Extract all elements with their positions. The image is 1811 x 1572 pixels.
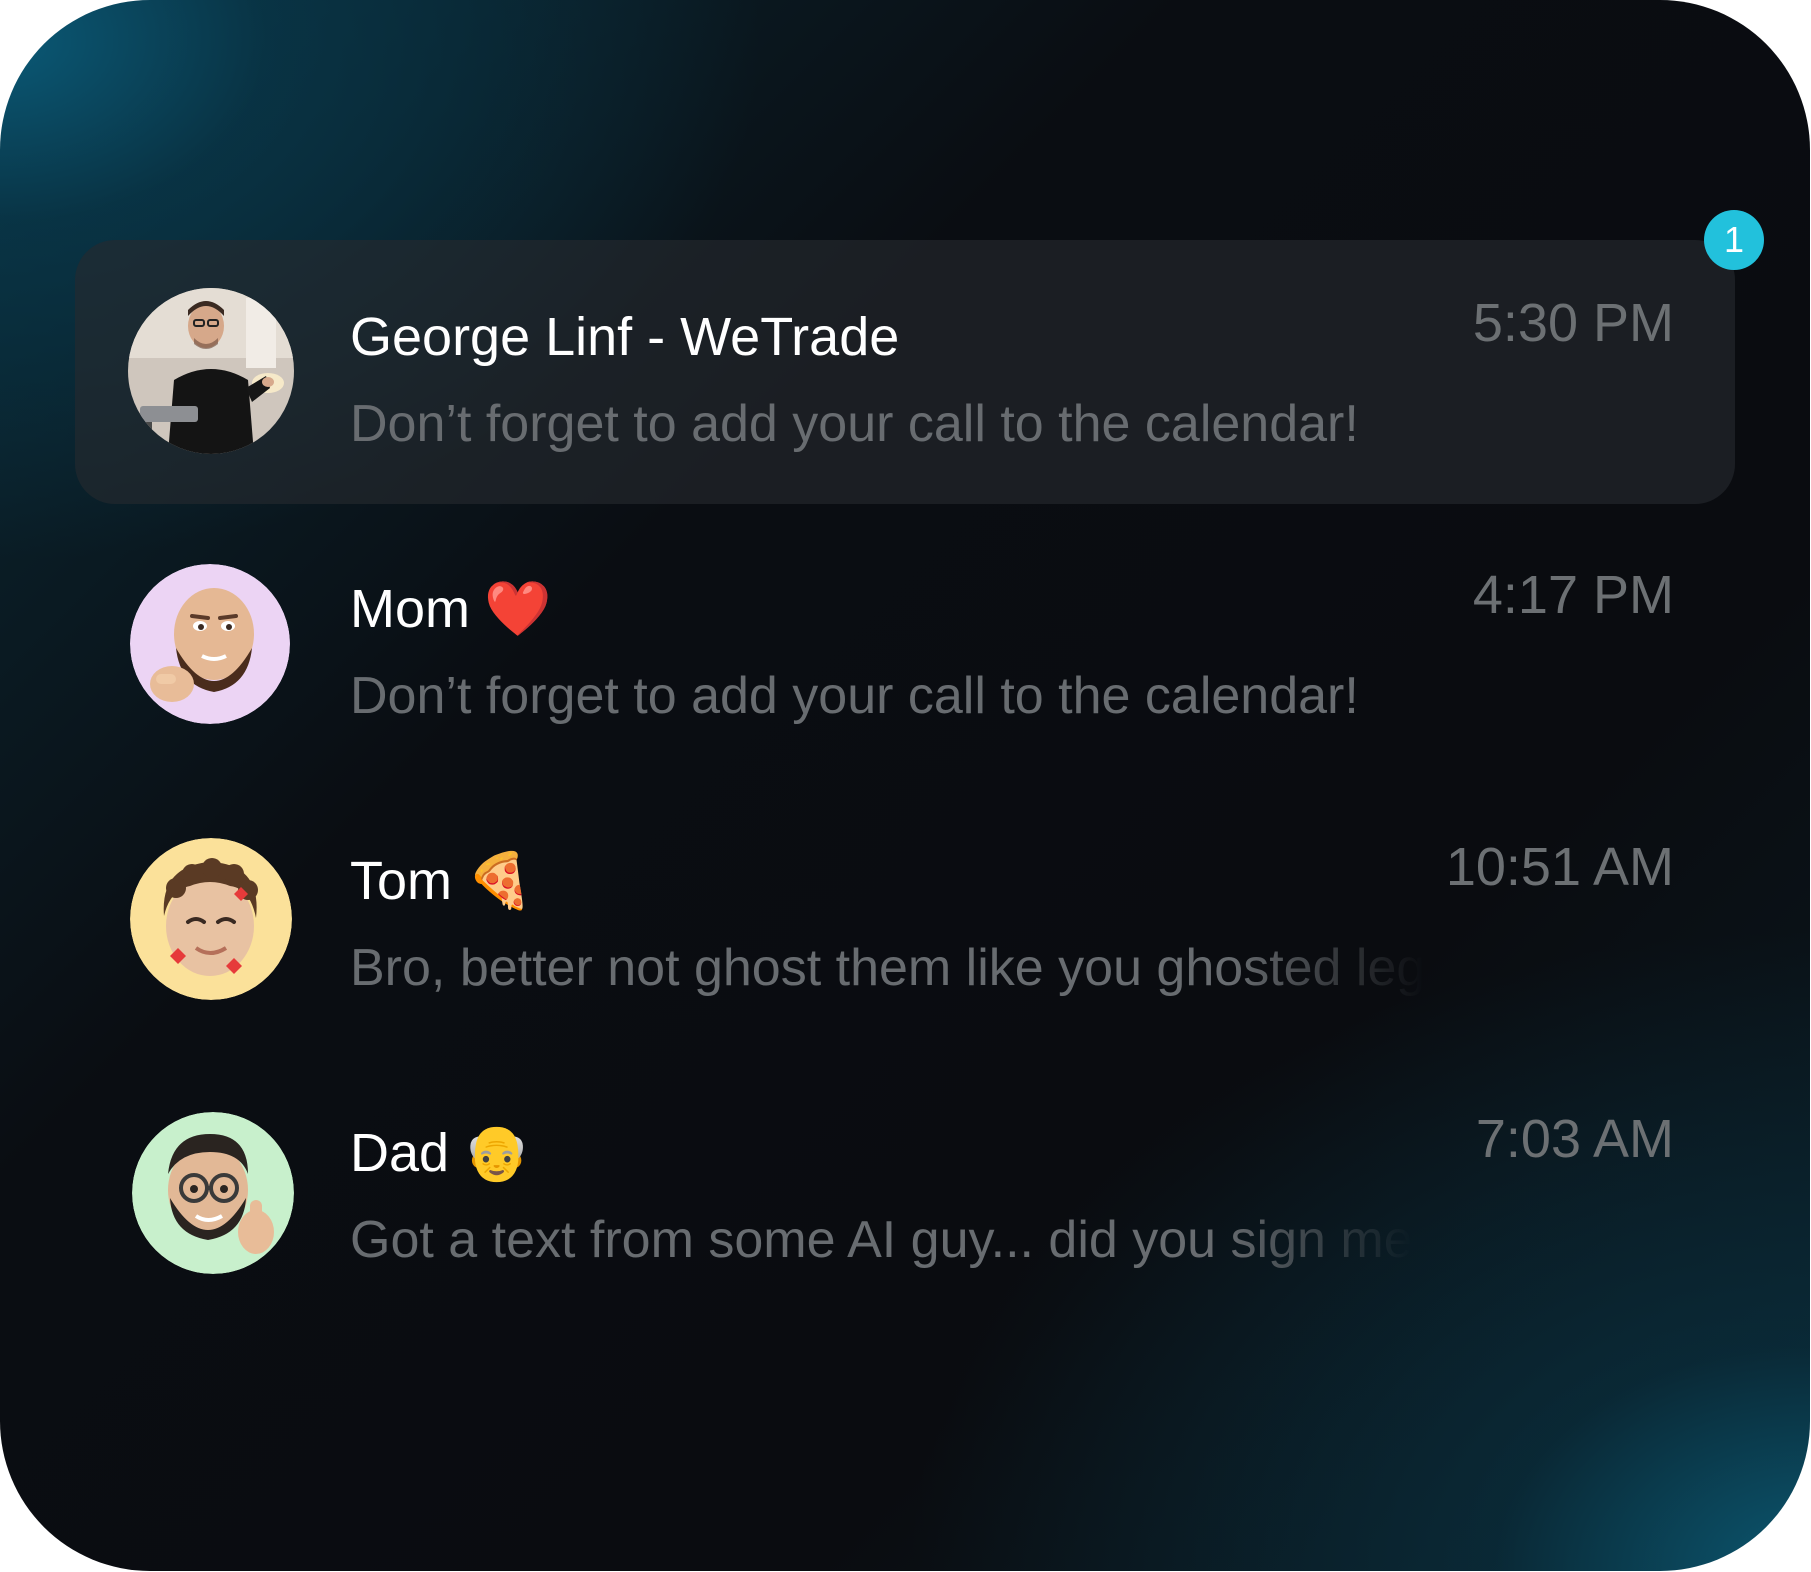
contact-name: George Linf - WeTrade [350, 306, 899, 368]
contact-name: Dad 👴 [350, 1122, 530, 1185]
message-time: 10:51 AM [1445, 837, 1674, 897]
contact-name-text: Tom [350, 851, 453, 911]
avatar [130, 564, 290, 724]
message-preview: Bro, better not ghost them like you ghos… [350, 939, 1426, 997]
message-preview: Don’t forget to add your call to the cal… [350, 667, 1359, 725]
contact-name-text: Dad [350, 1123, 450, 1183]
chat-list-panel: 1 George Linf - WeTrade 5:30 PM Don’t fo… [0, 0, 1810, 1571]
message-time: 4:17 PM [1472, 565, 1674, 625]
contact-name: Mom ❤️ [350, 578, 551, 641]
avatar [130, 838, 292, 1000]
person-photo-icon [128, 288, 294, 454]
message-time: 5:30 PM [1472, 293, 1674, 353]
conversation-row-dad[interactable]: Dad 👴 7:03 AM Got a text from some AI guy… [0, 1056, 1810, 1320]
pizza-emoji-icon: 🍕 [466, 851, 534, 911]
contact-name-text: Mom [350, 579, 470, 639]
contact-name-text: George Linf - WeTrade [350, 307, 900, 367]
memoji-bearded-man-icon [130, 564, 290, 724]
memoji-curly-hair-hearts-icon [130, 838, 292, 1000]
message-preview: Don’t forget to add your call to the cal… [350, 395, 1359, 453]
old-man-emoji-icon: 👴 [463, 1123, 531, 1183]
memoji-glasses-thumbs-up-icon [132, 1112, 294, 1274]
conversation-row-mom[interactable]: Mom ❤️ 4:17 PM Don’t forget to add your c… [0, 512, 1810, 776]
conversation-row-george[interactable]: George Linf - WeTrade 5:30 PM Don’t forg… [0, 240, 1810, 504]
heart-emoji-icon: ❤️ [484, 579, 552, 639]
avatar [128, 288, 294, 454]
message-preview: Got a text from some AI guy... did you s… [350, 1211, 1413, 1269]
avatar [132, 1112, 294, 1274]
conversation-row-tom[interactable]: Tom 🍕 10:51 AM Bro, better not ghost them… [0, 784, 1810, 1048]
contact-name: Tom 🍕 [350, 850, 533, 913]
message-time: 7:03 AM [1475, 1109, 1674, 1169]
